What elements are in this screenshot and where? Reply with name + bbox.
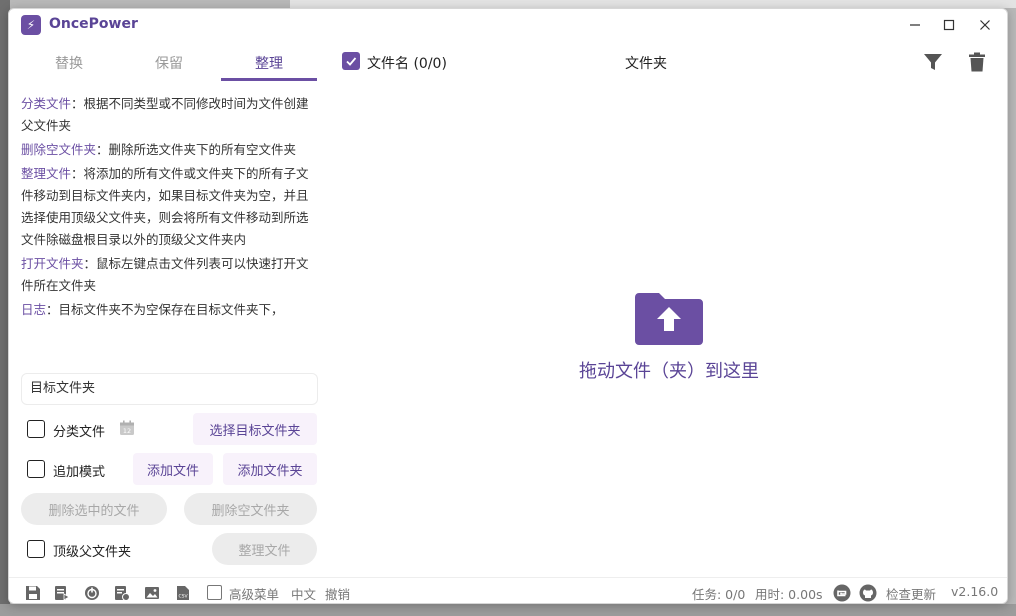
tab-replace[interactable]: 替换 [21,45,117,81]
power-icon[interactable] [84,585,100,601]
help-description: 分类文件：根据不同类型或不同修改时间为文件创建父文件夹 删除空文件夹：删除所选文… [21,93,319,371]
gitee-icon[interactable] [833,584,851,602]
svg-text:CSV: CSV [178,594,188,600]
select-target-folder-button[interactable]: 选择目标文件夹 [193,413,317,445]
delete-empty-folders-button[interactable]: 删除空文件夹 [184,493,317,525]
folder-upload-icon[interactable] [635,289,703,345]
desc-log: 日志：目标文件夹不为空保存在目标文件夹下， [21,302,284,317]
csv-icon[interactable]: CSV [175,585,191,601]
active-tab-indicator [221,78,317,81]
maximize-button[interactable] [935,13,963,37]
advanced-menu-label: 高级菜单 [229,587,280,602]
tab-organize[interactable]: 整理 [221,45,317,81]
filter-icon[interactable] [922,51,944,73]
organize-files-button[interactable]: 整理文件 [212,533,317,565]
tab-bar: 替换 保留 整理 [9,45,317,81]
check-icon [346,57,357,66]
trash-icon[interactable] [966,51,988,73]
drop-zone-text: 拖动文件（夹）到这里 [579,361,759,382]
desc-delete-empty: 删除空文件夹：删除所选文件夹下的所有空文件夹 [21,142,297,157]
maximize-icon [943,19,955,31]
close-icon [980,20,990,30]
elapsed-time: 用时: 0.00s [755,587,823,602]
export-icon[interactable] [54,585,70,601]
task-count: 任务: 0/0 [692,587,746,602]
app-logo-icon: ⚡ [21,15,41,35]
select-all-checkbox[interactable] [342,52,360,70]
append-mode-checkbox[interactable] [27,460,45,478]
advanced-menu-checkbox[interactable] [207,585,222,600]
desc-classify: 分类文件：根据不同类型或不同修改时间为文件创建父文件夹 [21,96,309,133]
append-mode-label: 追加模式 [53,465,106,480]
minimize-icon [910,24,920,26]
log-icon[interactable] [114,585,130,601]
image-icon[interactable] [144,585,160,601]
close-button[interactable] [971,13,999,37]
status-bar: CSV 高级菜单 中文 撤销 任务: 0/0 用时: 0.00s 检查更新 v2… [9,577,1007,603]
column-header-folder[interactable]: 文件夹 [625,53,667,73]
desc-open-folder: 打开文件夹：鼠标左键点击文件列表可以快速打开文件所在文件夹 [21,256,309,293]
add-folder-button[interactable]: 添加文件夹 [223,453,317,485]
top-parent-folder-label: 顶级父文件夹 [53,545,132,560]
language-toggle[interactable]: 中文 [291,584,316,603]
delete-selected-files-button[interactable]: 删除选中的文件 [21,493,167,525]
version-label: v2.16.0 [951,584,999,599]
svg-text:12: 12 [123,427,131,435]
app-window: ⚡ OncePower 替换 保留 整理 分类文件：根据不同类型或不同修改时间为… [8,8,1008,604]
classify-label: 分类文件 [53,425,106,440]
add-file-button[interactable]: 添加文件 [133,453,213,485]
top-parent-folder-checkbox[interactable] [27,540,45,558]
check-update-button[interactable]: 检查更新 [886,584,936,603]
background-desktop-top [290,0,1016,8]
github-icon[interactable] [859,584,877,602]
target-folder-input[interactable]: 目标文件夹 [21,373,318,405]
background-desktop-bottom [0,604,1016,616]
classify-checkbox[interactable] [27,420,45,438]
undo-button[interactable]: 撤销 [325,584,350,603]
calendar-icon[interactable]: 12 [119,420,135,436]
app-title: OncePower [49,16,138,32]
tab-keep[interactable]: 保留 [121,45,217,81]
desc-organize: 整理文件：将添加的所有文件或文件夹下的所有子文件移动到目标文件夹内，如果目标文件… [21,166,309,247]
minimize-button[interactable] [901,13,929,37]
title-bar: ⚡ OncePower [9,9,1007,41]
save-icon[interactable] [25,585,41,601]
column-header-filename[interactable]: 文件名 (0/0) [367,53,447,73]
